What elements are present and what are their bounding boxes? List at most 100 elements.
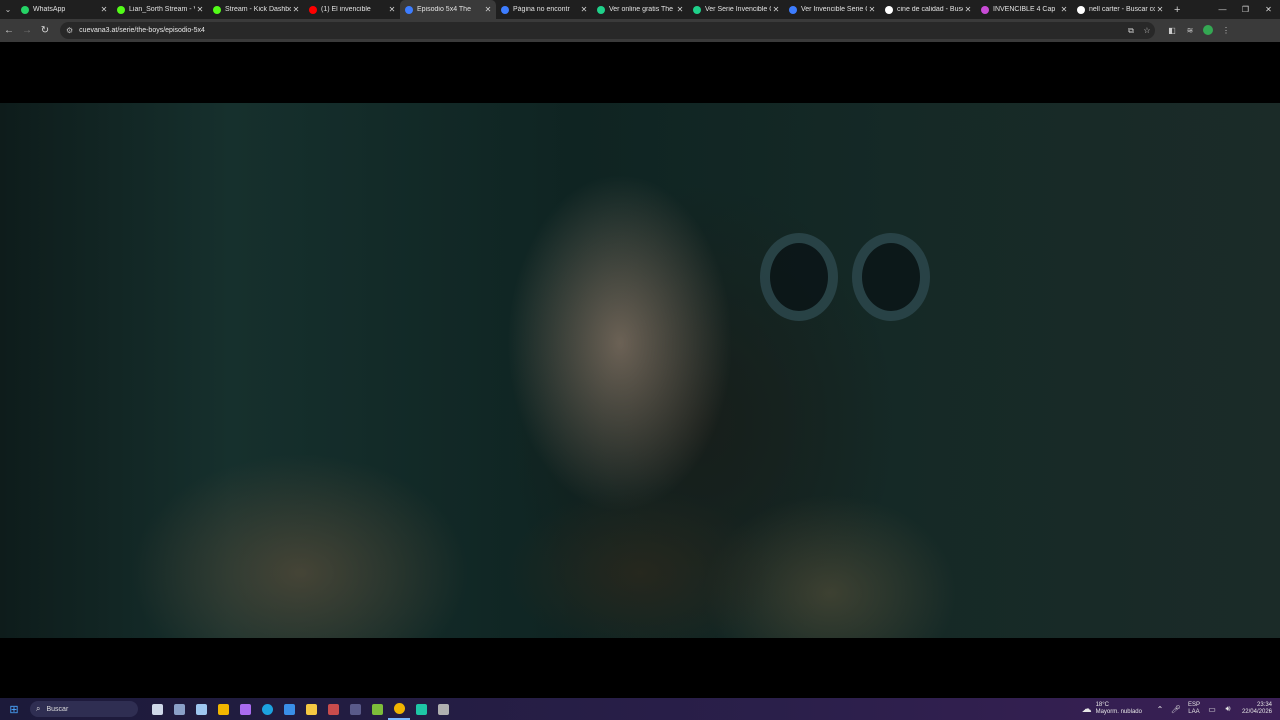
tab-title: Ver Serie Invencible O [705, 6, 771, 13]
weather-desc: Mayorm. nublado [1095, 709, 1142, 715]
chevron-up-icon[interactable]: ⌃ [1152, 705, 1168, 714]
weather-temp: 18°C [1095, 702, 1109, 708]
tab-title: (1) El invencible [321, 6, 371, 13]
weather-widget[interactable]: ☁ 18°C Mayorm. nublado [1082, 702, 1142, 716]
google-icon [885, 5, 893, 14]
browser-tab[interactable]: Ver Invencible Serie C ✕ [784, 0, 880, 19]
taskbar: ⊞ ⌕ Buscar ☁ 18°C Mayorm. nublado ⌃ 🎤︎ E… [0, 698, 1280, 720]
tab-title: Ver online gratis The [609, 6, 674, 13]
close-window-icon[interactable]: ✕ [1257, 0, 1280, 19]
chrome-icon[interactable] [388, 698, 410, 720]
tab-close-icon[interactable]: ✕ [1155, 5, 1165, 14]
reload-icon[interactable]: ↻ [36, 25, 54, 36]
tab-close-icon[interactable]: ✕ [963, 5, 973, 14]
tab-close-icon[interactable]: ✕ [483, 5, 493, 14]
tab-close-icon[interactable]: ✕ [771, 5, 781, 14]
install-app-icon[interactable]: ⧉ [1123, 26, 1139, 36]
browser-tab[interactable]: Episodio 5x4 The ✕ [400, 0, 496, 19]
kick-icon [117, 5, 125, 14]
taskbar-search[interactable]: ⌕ Buscar [30, 701, 138, 717]
browser-toolbar: ← → ↻ ⚙ cuevana3.at/serie/the-boys/episo… [0, 19, 1280, 42]
cuevana-green-icon [597, 5, 605, 14]
cloud-icon: ☁ [1081, 703, 1092, 715]
tab-list: WhatsApp ✕ Lian_Sorth Stream - V ✕ Stream - … [16, 0, 1168, 19]
tab-strip: ⌄ WhatsApp ✕ Lian_Sorth Stream - V ✕ Stream … [0, 0, 1280, 19]
tab-close-icon[interactable]: ✕ [1059, 5, 1069, 14]
app-red-icon[interactable] [322, 698, 344, 720]
tab-title: nell carter - Buscar co [1089, 6, 1155, 13]
language-indicator[interactable]: ESP LAA [1188, 702, 1200, 716]
restore-icon[interactable]: ❐ [1234, 0, 1257, 19]
tab-title: Stream - Kick Dashbo [225, 6, 291, 13]
store-icon[interactable] [278, 698, 300, 720]
browser-tab[interactable]: (1) El invencible ✕ [304, 0, 400, 19]
steam-icon[interactable] [190, 698, 212, 720]
tab-title: Episodio 5x4 The [417, 6, 471, 13]
lang-bottom: LAA [1188, 709, 1200, 715]
app-gray-icon[interactable] [432, 698, 454, 720]
app-purple-icon[interactable] [234, 698, 256, 720]
address-bar[interactable]: ⚙ cuevana3.at/serie/the-boys/episodio-5x… [60, 22, 1155, 39]
tab-close-icon[interactable]: ✕ [675, 5, 685, 14]
back-icon[interactable]: ← [0, 25, 18, 36]
browser-tab[interactable]: Ver Serie Invencible O ✕ [688, 0, 784, 19]
browser-tab[interactable]: cine de calidad - Busc ✕ [880, 0, 976, 19]
tab-title: Ver Invencible Serie C [801, 6, 867, 13]
bookmark-star-icon[interactable]: ☆ [1139, 26, 1155, 36]
cuevana-green-icon [693, 5, 701, 14]
whatsapp-icon [21, 5, 29, 14]
tab-close-icon[interactable]: ✕ [99, 5, 109, 14]
network-icon[interactable]: ▭ [1204, 705, 1220, 714]
tab-search-icon[interactable]: ⌄ [0, 0, 16, 19]
media-icon[interactable]: ≋ [1181, 26, 1199, 35]
search-label: Buscar [46, 705, 69, 713]
minimize-icon[interactable]: — [1211, 0, 1234, 19]
taskbar-apps [146, 698, 454, 720]
browser-tab[interactable]: WhatsApp ✕ [16, 0, 112, 19]
volume-icon[interactable]: 🔊︎ [1220, 704, 1236, 714]
browser-tab[interactable]: Ver online gratis The ✕ [592, 0, 688, 19]
app-yellow-icon[interactable] [212, 698, 234, 720]
page-content [0, 42, 1280, 698]
new-tab-icon[interactable]: + [1174, 4, 1180, 16]
window-controls: — ❐ ✕ [1211, 0, 1280, 19]
site-info-icon[interactable]: ⚙ [66, 26, 73, 35]
menu-icon[interactable]: ⋮ [1217, 26, 1235, 35]
browser-tab[interactable]: nell carter - Buscar co ✕ [1072, 0, 1168, 19]
edge-icon[interactable] [256, 698, 278, 720]
tab-close-icon[interactable]: ✕ [291, 5, 301, 14]
microphone-icon[interactable]: 🎤︎ [1168, 705, 1184, 714]
search-icon: ⌕ [36, 704, 41, 713]
tab-close-icon[interactable]: ✕ [195, 5, 205, 14]
browser-tab[interactable]: Lian_Sorth Stream - V ✕ [112, 0, 208, 19]
file-explorer-icon[interactable] [300, 698, 322, 720]
clock-date: 22/04/2026 [1241, 709, 1272, 715]
browser-tab[interactable]: Página no encontr ✕ [496, 0, 592, 19]
forward-icon[interactable]: → [18, 25, 36, 36]
cuevana-icon [501, 5, 509, 14]
app-icon[interactable] [168, 698, 190, 720]
extensions-icon[interactable]: ◧ [1163, 26, 1181, 35]
tab-close-icon[interactable]: ✕ [579, 5, 589, 14]
browser-tab[interactable]: INVENCIBLE 4 Cap ✕ [976, 0, 1072, 19]
site-icon [981, 5, 989, 14]
url-text[interactable]: cuevana3.at/serie/the-boys/episodio-5x4 [79, 27, 205, 34]
tab-title: Página no encontr [513, 6, 570, 13]
tab-title: Lian_Sorth Stream - V [129, 6, 195, 13]
windows-start-icon[interactable]: ⊞ [0, 703, 28, 716]
clock[interactable]: 23:34 22/04/2026 [1242, 702, 1272, 716]
task-view-icon[interactable] [146, 698, 168, 720]
system-tray: ☁ 18°C Mayorm. nublado ⌃ 🎤︎ ESP LAA ▭ 🔊︎… [1082, 702, 1280, 716]
tab-title: WhatsApp [33, 6, 66, 13]
kick-icon [213, 5, 221, 14]
app-teal-icon[interactable] [410, 698, 432, 720]
tab-title: cine de calidad - Busc [897, 6, 963, 13]
profile-avatar[interactable] [1199, 24, 1217, 37]
video-player[interactable] [0, 103, 1280, 638]
app-green-icon[interactable] [366, 698, 388, 720]
tab-close-icon[interactable]: ✕ [867, 5, 877, 14]
app-dark-icon[interactable] [344, 698, 366, 720]
browser-tab[interactable]: Stream - Kick Dashbo ✕ [208, 0, 304, 19]
tab-title: INVENCIBLE 4 Cap [993, 6, 1056, 13]
tab-close-icon[interactable]: ✕ [387, 5, 397, 14]
